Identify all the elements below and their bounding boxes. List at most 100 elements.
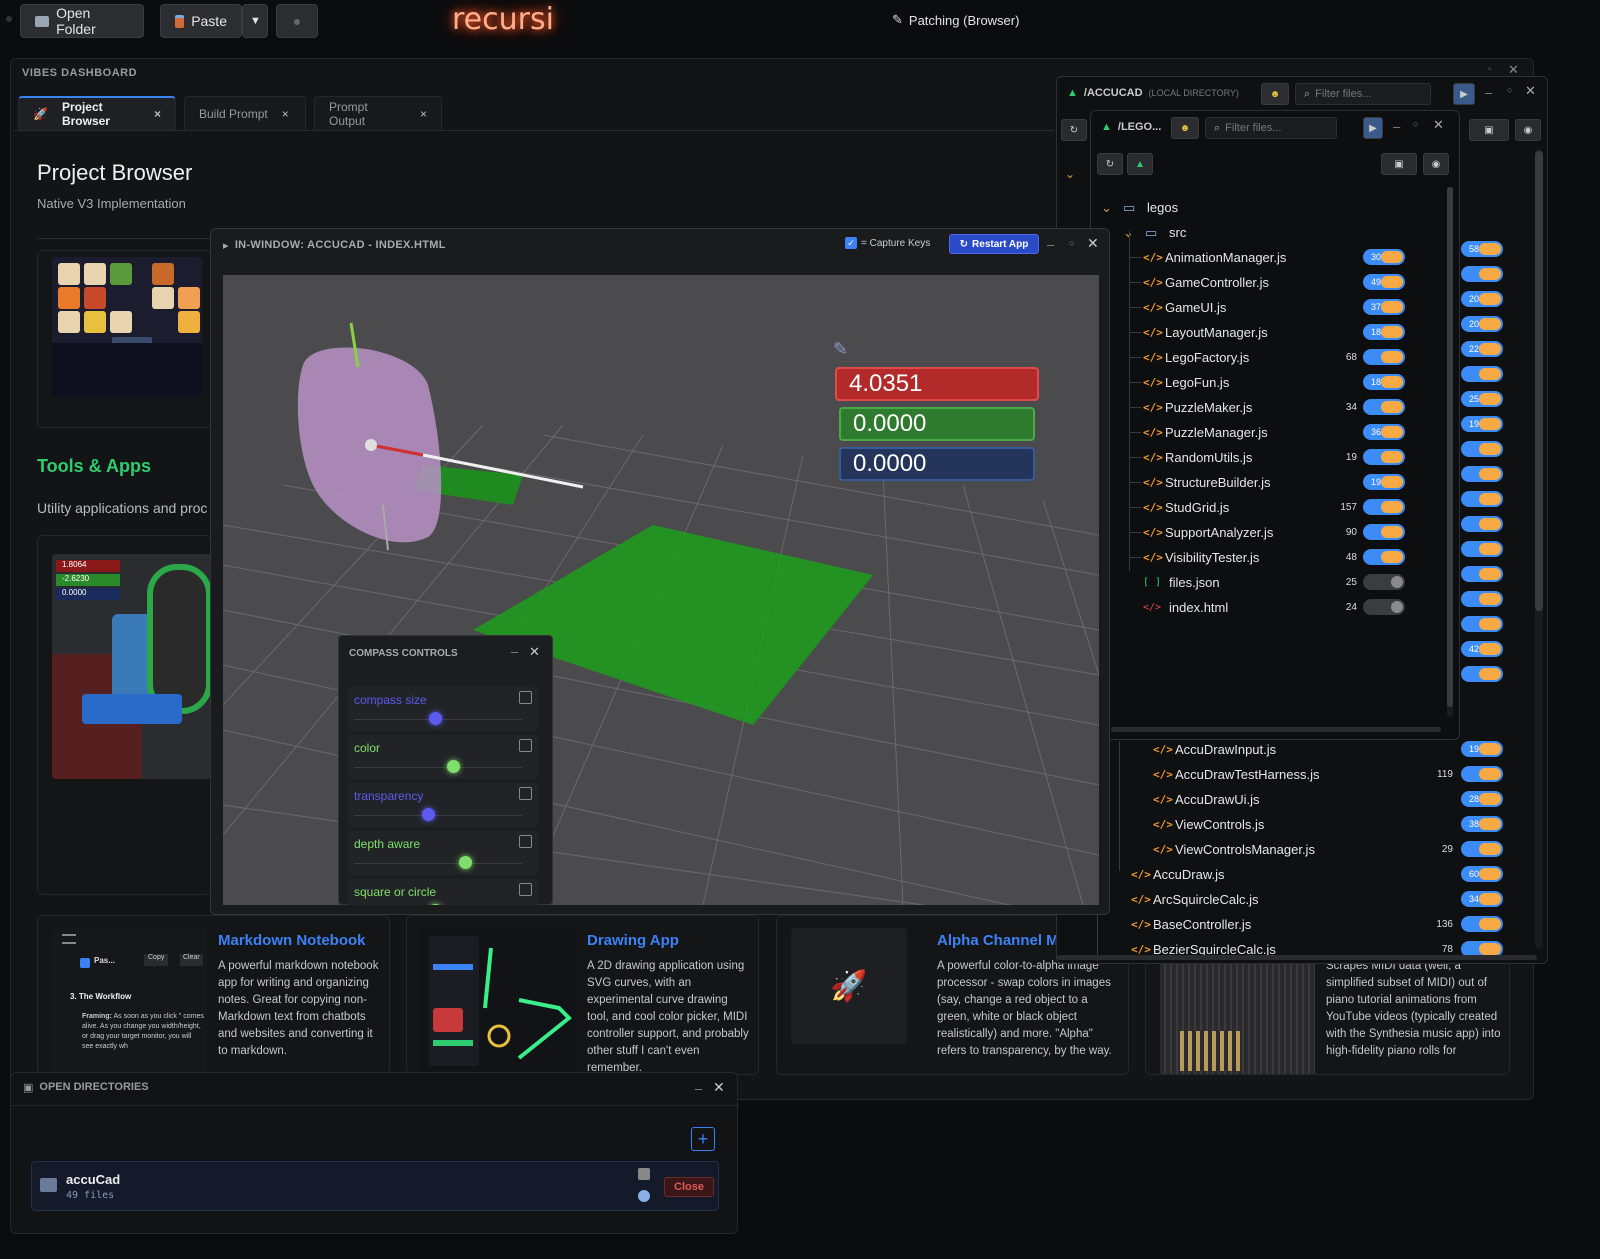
grid-icon[interactable] [519,787,532,800]
include-toggle[interactable]: 201 [1461,316,1503,332]
tab-build-prompt[interactable]: Build Prompt × [184,96,306,130]
include-toggle[interactable]: 288 [1461,791,1503,807]
file-row[interactable]: </> PuzzleManager.js [1129,420,1268,445]
close-icon[interactable]: ✕ [1525,83,1536,99]
project-card-markdown-notebook[interactable]: Pas... Copy Clear 3. The Workflow Framin… [37,915,390,1075]
open-folder-button[interactable]: Open Folder [20,4,144,38]
card-title[interactable]: Drawing App [587,932,679,949]
filter-input[interactable]: ⌕ Filter files... [1295,83,1431,105]
ruler-icon[interactable]: ✎ [833,339,848,360]
user-avatar-button[interactable]: ☻ [1261,83,1289,105]
file-row[interactable]: </> GameController.js [1129,270,1269,295]
scrollbar[interactable] [1535,149,1543,949]
file-row[interactable]: </> GameUI.js [1129,295,1226,320]
minimize-icon[interactable]: – [695,1081,702,1096]
minimize-icon[interactable]: – [511,644,518,659]
include-toggle[interactable] [1461,841,1503,857]
slider-knob[interactable] [429,712,442,725]
grid-icon[interactable] [519,883,532,896]
close-tab-icon[interactable]: × [420,107,427,121]
grid-icon[interactable] [519,691,532,704]
slider-knob[interactable] [459,856,472,869]
directory-item[interactable]: accuCad 49 files Close [31,1161,719,1211]
file-row[interactable]: </> ViewControls.js [1153,812,1264,837]
refresh-button[interactable]: ↻ [1061,119,1087,141]
include-toggle[interactable] [1461,766,1503,782]
file-row[interactable]: </> StudGrid.js [1129,495,1229,520]
include-toggle[interactable]: 609 [1461,866,1503,882]
close-tab-icon[interactable]: × [282,107,289,121]
include-toggle[interactable] [1461,666,1503,682]
include-toggle[interactable]: 301 [1363,249,1405,265]
include-toggle[interactable]: 195 [1363,474,1405,490]
file-row[interactable]: </> LegoFactory.js [1129,345,1249,370]
include-toggle[interactable] [1363,524,1405,540]
slider-knob[interactable] [422,808,435,821]
include-toggle[interactable] [1363,574,1405,590]
slider-track[interactable] [354,815,522,816]
horizontal-scrollbar[interactable] [1057,955,1537,960]
slider-track[interactable] [354,767,522,768]
include-toggle[interactable] [1363,599,1405,615]
folder-action-button[interactable]: ▣ [1469,119,1509,141]
include-toggle[interactable]: 583 [1461,241,1503,257]
include-toggle[interactable]: 362 [1363,424,1405,440]
file-row[interactable]: </> AccuDrawTestHarness.js [1153,762,1320,787]
refresh-button[interactable]: ↻ [1097,153,1123,175]
compass-slider[interactable]: compass size [348,687,538,731]
3d-viewport[interactable]: ✎ 4.0351 0.0000 0.0000 COMPASS CONTROLS … [223,275,1099,905]
close-icon[interactable]: ✕ [529,644,540,660]
tab-prompt-output[interactable]: Prompt Output × [314,96,442,130]
include-toggle[interactable]: 341 [1461,891,1503,907]
include-toggle[interactable] [1461,491,1503,507]
slider-track[interactable] [354,863,522,864]
folder-action-button[interactable]: ▣ [1381,153,1417,175]
capture-keys-toggle[interactable]: ✓ = Capture Keys [845,237,930,249]
include-toggle[interactable] [1363,549,1405,565]
include-toggle[interactable] [1363,399,1405,415]
include-toggle[interactable] [1461,916,1503,932]
minimize-icon[interactable]: – [1047,237,1054,252]
include-toggle[interactable]: 205 [1461,291,1503,307]
file-row[interactable]: [ ] files.json [1143,570,1220,595]
minimize-icon[interactable]: – [1485,85,1492,100]
maximize-icon[interactable]: ○ [1413,119,1418,129]
include-toggle[interactable] [1461,366,1503,382]
file-row[interactable]: </> LayoutManager.js [1129,320,1268,345]
value-z-input[interactable]: 0.0000 [839,447,1035,481]
include-toggle[interactable] [1461,516,1503,532]
include-toggle[interactable]: 228 [1461,341,1503,357]
maximize-icon[interactable]: ○ [1069,238,1074,248]
include-toggle[interactable]: 378 [1363,299,1405,315]
close-directory-button[interactable]: Close [664,1177,714,1197]
include-toggle[interactable]: 187 [1363,374,1405,390]
include-toggle[interactable] [1461,266,1503,282]
card-title[interactable]: Markdown Notebook [218,932,366,949]
include-toggle[interactable] [1363,449,1405,465]
close-icon[interactable]: ✕ [1433,117,1444,133]
include-toggle[interactable]: 422 [1461,641,1503,657]
file-row[interactable]: </> LegoFun.js [1129,370,1229,395]
value-y-input[interactable]: 0.0000 [839,407,1035,441]
include-toggle[interactable] [1461,441,1503,457]
include-toggle[interactable] [1363,349,1405,365]
scrollbar[interactable] [1447,187,1453,717]
compass-slider[interactable]: color [348,735,538,779]
compass-slider[interactable]: depth aware [348,831,538,875]
tree-folder-src[interactable]: ⌄ ▭ src [1123,220,1186,245]
play-button[interactable]: ▶ [1363,117,1383,139]
file-row[interactable]: </> SupportAnalyzer.js [1129,520,1273,545]
slider-knob[interactable] [429,904,442,905]
grid-icon[interactable] [519,739,532,752]
file-row[interactable]: </> StructureBuilder.js [1129,470,1271,495]
include-toggle[interactable]: 389 [1461,816,1503,832]
grid-icon[interactable] [519,835,532,848]
include-toggle[interactable] [1461,616,1503,632]
include-toggle[interactable] [1461,466,1503,482]
slider-knob[interactable] [447,760,460,773]
database-icon[interactable] [638,1168,650,1180]
project-card-legos[interactable] [37,250,212,428]
include-toggle[interactable]: 198 [1461,416,1503,432]
checkbox-checked-icon[interactable]: ✓ [845,237,857,249]
card-title[interactable]: Alpha Channel M [937,932,1059,949]
